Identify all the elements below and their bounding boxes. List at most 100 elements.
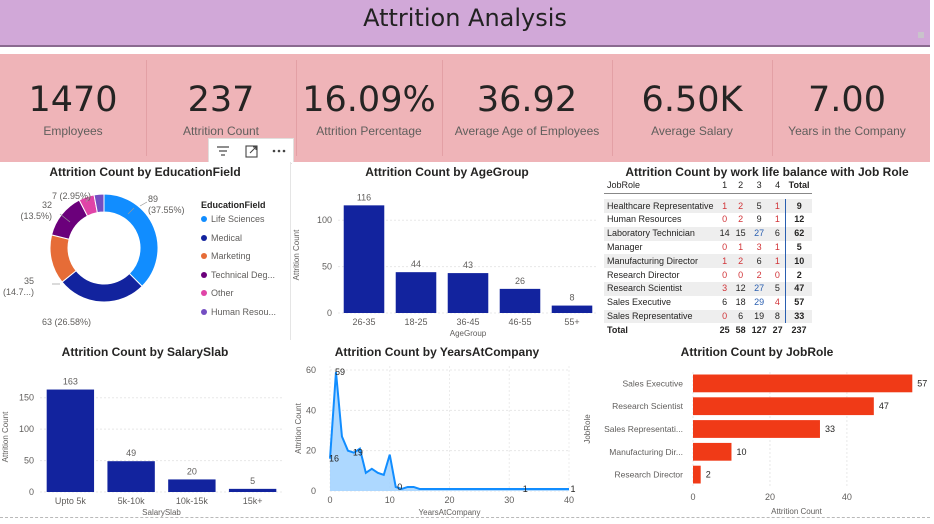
data-label: 19: [353, 448, 363, 458]
data-label: 2: [706, 470, 711, 480]
kpi-label: Average Age of Employees: [454, 124, 600, 138]
more-options-icon[interactable]: [265, 139, 293, 163]
matrix-cell: 8: [769, 309, 787, 324]
matrix-cell: 18: [735, 297, 746, 308]
bar-chart: 0 50 100 150 163 Upto 5k 49 5k-10k 20 10k-15k 5 15k…: [1, 377, 283, 517]
row-header-cell: Manufacturing Director: [607, 255, 699, 266]
table-row[interactable]: Laboratory Technician 14 15 27 6 62: [604, 226, 813, 241]
table-row[interactable]: Human Resources 0 2 9 1 12: [604, 213, 812, 227]
row-header-cell: Sales Executive: [607, 297, 672, 308]
legend-item[interactable]: Life Sciences: [201, 214, 265, 224]
x-tick-label: 20: [444, 495, 454, 505]
x-tick-label: 5k-10k: [118, 496, 146, 506]
kpi-employees[interactable]: 1470 Employees: [0, 54, 146, 162]
years-at-company-chart[interactable]: Attrition Count by YearsAtCompany 0 20 40 6…: [292, 342, 582, 518]
y-tick-label: 50: [24, 456, 34, 466]
matrix-cell: 1: [738, 242, 744, 253]
x-tick-label: 55+: [564, 317, 579, 327]
table-row[interactable]: Manager 0 1 3 1 5: [604, 240, 812, 255]
kpi-label: Years in the Company: [788, 124, 906, 138]
table-row[interactable]: Research Scientist 3 12 27 5 47: [604, 282, 813, 296]
legend-marker: [201, 271, 207, 278]
data-label: (37.55%): [148, 205, 185, 215]
chart-title: Attrition Count by work life balance wit…: [625, 165, 909, 179]
table-total-row[interactable]: Total 25 58 127 27 237: [604, 323, 812, 337]
table-row[interactable]: Sales Representative 0 6 19 8 33: [604, 309, 813, 324]
legend-marker: [201, 253, 207, 259]
resize-handle[interactable]: [918, 32, 924, 38]
legend-label: Other: [211, 288, 234, 298]
data-label: 26: [515, 276, 525, 286]
matrix-cell: 6: [722, 297, 728, 308]
kpi-value: 7.00: [808, 80, 886, 120]
bar-chart: 0 50 100 116 26-35 44 18-25 43 36-45 26 46-55 8 55+ A…: [292, 192, 598, 338]
data-label: 5: [250, 476, 255, 486]
row-header-cell: Total: [607, 324, 628, 335]
page-title: Attrition Analysis: [363, 4, 567, 32]
data-label: 43: [463, 260, 473, 270]
bar: [693, 465, 701, 484]
matrix-cell: 58: [735, 324, 746, 335]
matrix-cell: 27: [754, 228, 765, 239]
matrix-cell: 4: [769, 295, 787, 310]
kpi-label: Attrition Percentage: [316, 124, 422, 138]
matrix-cell: 127: [751, 324, 767, 335]
data-label: 57: [917, 378, 927, 388]
data-label: 89: [148, 194, 158, 204]
salary-slab-chart[interactable]: Attrition Count by SalarySlab 0 50 100 150 1…: [0, 342, 290, 518]
matrix-cell: 237: [791, 324, 807, 335]
y-tick-label: Sales Representati...: [604, 424, 683, 434]
x-tick-label: 20: [765, 492, 775, 502]
data-label: 163: [63, 377, 78, 387]
y-tick-label: Research Scientist: [612, 401, 684, 411]
age-group-chart[interactable]: Attrition Count by AgeGroup 0 50 100 116 26-…: [292, 162, 602, 340]
bar: [46, 389, 95, 492]
work-life-table-card[interactable]: Attrition Count by work life balance wit…: [604, 162, 930, 340]
focus-mode-icon[interactable]: [237, 139, 265, 163]
table-row[interactable]: Healthcare Representative 1 2 5 1 9: [604, 199, 813, 214]
row-header-cell: Human Resources: [607, 214, 682, 225]
data-label: 35: [24, 276, 34, 286]
data-label: 1: [523, 484, 528, 494]
kpi-average-salary[interactable]: 6.50K Average Salary: [612, 54, 772, 162]
data-label: 16: [329, 454, 339, 464]
job-role-chart[interactable]: Attrition Count by JobRole 0 20 40 57 Sales …: [584, 342, 930, 518]
bar: [395, 272, 437, 313]
leader-line: [139, 201, 148, 207]
legend-item[interactable]: Medical: [201, 233, 242, 243]
legend-label: Human Resou...: [211, 306, 277, 317]
legend-item[interactable]: Marketing: [201, 251, 251, 261]
table-row[interactable]: Manufacturing Director 1 2 6 1 10: [604, 254, 813, 269]
matrix-cell: 47: [794, 283, 805, 294]
matrix-cell: 33: [794, 311, 805, 322]
matrix-cell: 2: [756, 269, 762, 280]
matrix-cell: 62: [794, 228, 805, 239]
table-row[interactable]: Sales Executive 6 18 29 4 57: [604, 295, 812, 310]
legend-marker: [201, 308, 207, 315]
data-label: 49: [126, 448, 136, 458]
filter-icon[interactable]: [209, 139, 237, 163]
kpi-attrition-percentage[interactable]: 16.09% Attrition Percentage: [296, 54, 442, 162]
legend-item[interactable]: Human Resou...: [201, 307, 276, 317]
data-label: 44: [411, 259, 421, 269]
x-axis-title: SalarySlab: [142, 508, 181, 517]
table-header-row[interactable]: JobRole 1 2 3 4 Total: [604, 179, 813, 194]
x-tick-label: 10: [385, 495, 395, 505]
kpi-years-in-company[interactable]: 7.00 Years in the Company: [772, 54, 922, 162]
legend-item[interactable]: Technical Deg...: [201, 270, 275, 280]
matrix-cell: 9: [796, 200, 802, 211]
legend-item[interactable]: Other: [201, 288, 234, 298]
table-row[interactable]: Research Director 0 0 2 0 2: [604, 268, 812, 283]
legend-label: Medical: [211, 232, 243, 243]
matrix-cell: 2: [738, 214, 744, 225]
y-tick-label: Sales Executive: [623, 378, 684, 388]
kpi-average-age[interactable]: 36.92 Average Age of Employees: [442, 54, 612, 162]
row-header-cell: Manager: [607, 242, 643, 253]
matrix-cell: 0: [769, 268, 787, 283]
matrix-cell: 29: [754, 297, 765, 308]
x-tick-label: 46-55: [508, 317, 531, 327]
matrix-cell: 14: [719, 228, 730, 239]
matrix-cell: 12: [735, 283, 746, 294]
education-field-chart[interactable]: Attrition Count by EducationField 89 (37.…: [0, 162, 291, 340]
bar: [551, 305, 593, 313]
